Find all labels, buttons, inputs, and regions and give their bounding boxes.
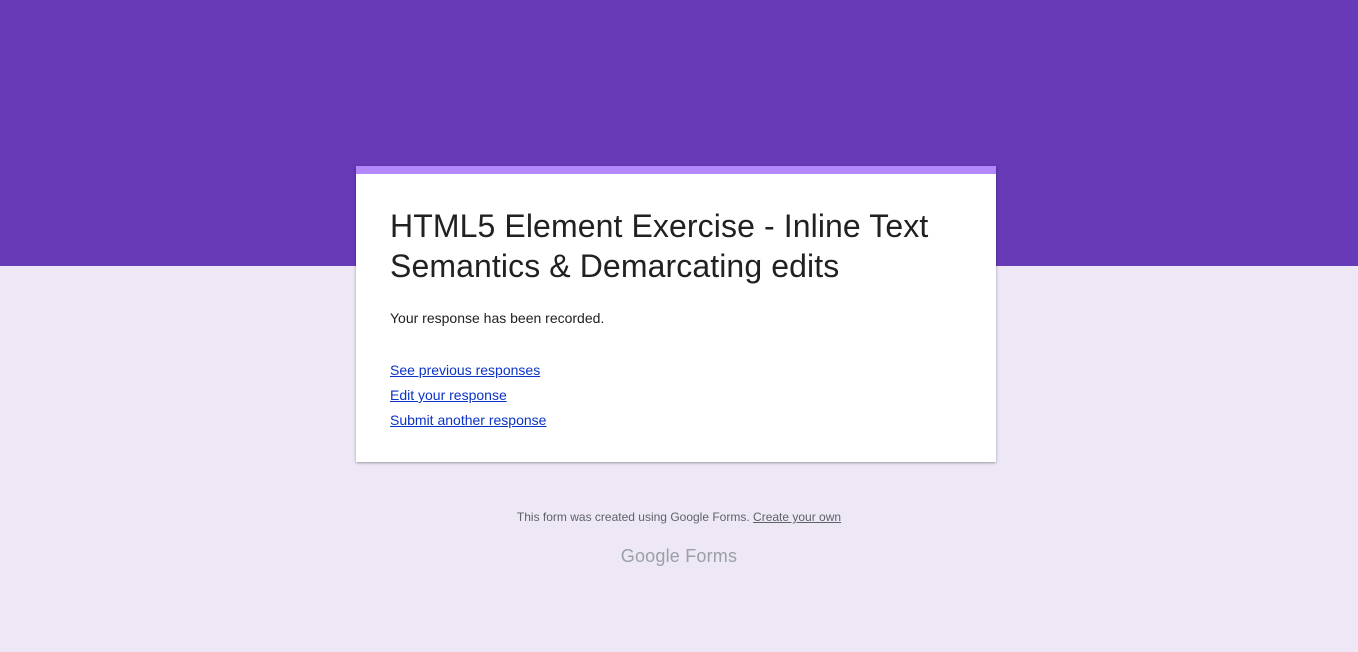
response-links: See previous responses Edit your respons… [390,358,970,433]
page: HTML5 Element Exercise - Inline Text Sem… [0,0,1358,652]
confirmation-message: Your response has been recorded. [390,310,605,326]
confirmation-card: HTML5 Element Exercise - Inline Text Sem… [356,166,996,462]
edit-response-link[interactable]: Edit your response [390,383,970,408]
create-your-own-link[interactable]: Create your own [753,510,841,524]
form-title: HTML5 Element Exercise - Inline Text Sem… [390,208,929,284]
google-forms-logo[interactable]: Google Forms [0,544,1358,568]
see-previous-responses-link[interactable]: See previous responses [390,358,970,383]
footer-notice-text: This form was created using Google Forms… [516,510,750,524]
card-body: HTML5 Element Exercise - Inline Text Sem… [390,206,970,433]
footer-notice: This form was created using Google Forms… [0,508,1358,526]
card-accent-bar [356,166,996,174]
submit-another-response-link[interactable]: Submit another response [390,408,970,433]
